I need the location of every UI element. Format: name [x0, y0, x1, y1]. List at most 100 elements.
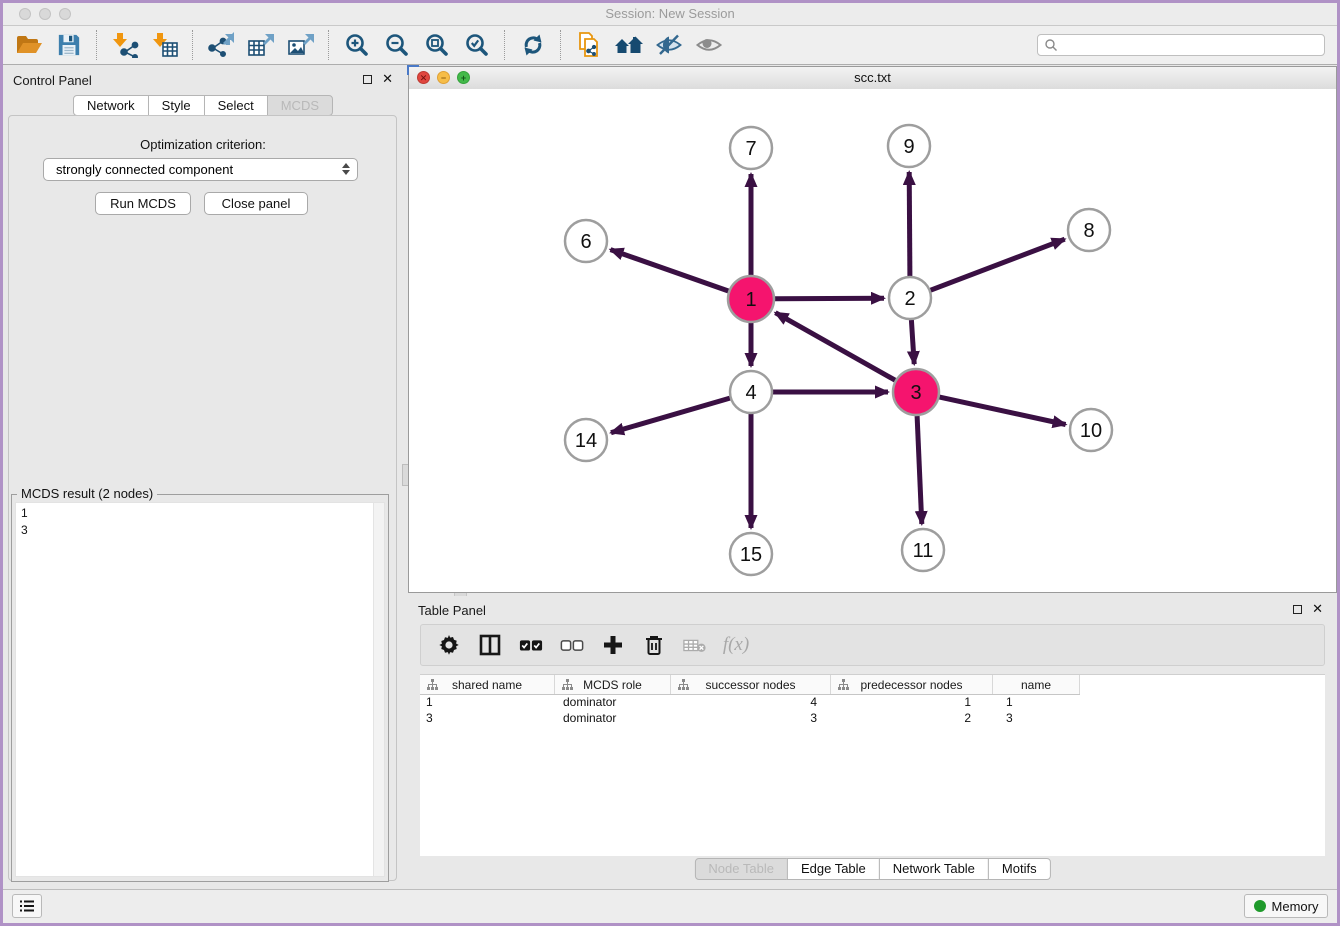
home-layout-icon[interactable] — [609, 28, 649, 62]
column-header-name[interactable]: name — [993, 675, 1080, 694]
graph-edge[interactable] — [911, 320, 914, 364]
control-panel: Control Panel ✕ NetworkStyleSelectMCDS O… — [3, 66, 403, 890]
network-window-titlebar[interactable]: ✕ − + scc.txt — [409, 67, 1336, 90]
network-graph[interactable]: 7 9 6 8 1 2 4 3 14 10 15 11 — [409, 89, 1336, 593]
zoom-fit-icon[interactable] — [417, 28, 457, 62]
window-title: Session: New Session — [3, 6, 1337, 21]
graph-edge[interactable] — [940, 397, 1066, 424]
network-canvas[interactable]: 7 9 6 8 1 2 4 3 14 10 15 11 — [409, 89, 1336, 592]
graph-edge[interactable] — [931, 239, 1065, 290]
open-session-icon[interactable] — [9, 28, 49, 62]
column-header-shared-name[interactable]: shared name — [420, 675, 555, 694]
node-table: shared nameMCDS rolesuccessor nodesprede… — [420, 674, 1325, 856]
tab-select[interactable]: Select — [204, 95, 268, 116]
graph-node-8[interactable]: 8 — [1068, 209, 1110, 251]
svg-text:14: 14 — [575, 430, 597, 452]
zoom-out-icon[interactable] — [377, 28, 417, 62]
graph-edge[interactable] — [775, 298, 884, 299]
zoom-selected-icon[interactable] — [457, 28, 497, 62]
close-panel-icon[interactable]: ✕ — [382, 74, 393, 84]
task-list-button[interactable] — [12, 894, 42, 918]
float-table-panel-icon[interactable] — [1293, 605, 1302, 614]
graph-node-9[interactable]: 9 — [888, 125, 930, 167]
graph-edge[interactable] — [611, 398, 730, 433]
network-window-title: scc.txt — [409, 70, 1336, 85]
table-toolbar: f(x) — [420, 624, 1325, 666]
result-line: 3 — [21, 522, 28, 539]
float-panel-icon[interactable] — [363, 75, 372, 84]
list-icon — [19, 899, 35, 913]
tab-mcds[interactable]: MCDS — [267, 95, 333, 116]
graph-node-14[interactable]: 14 — [565, 419, 607, 461]
run-mcds-button[interactable]: Run MCDS — [95, 192, 191, 215]
import-table-icon[interactable] — [145, 28, 185, 62]
delete-table-icon — [683, 633, 707, 657]
export-image-icon[interactable] — [281, 28, 321, 62]
graph-node-11[interactable]: 11 — [902, 529, 944, 571]
table-cell: dominator — [555, 711, 671, 727]
gear-icon[interactable] — [437, 633, 461, 657]
copy-network-icon[interactable] — [569, 28, 609, 62]
add-column-icon[interactable] — [601, 633, 625, 657]
zoom-in-icon[interactable] — [337, 28, 377, 62]
show-graphics-icon[interactable] — [689, 28, 729, 62]
graph-edge[interactable] — [775, 313, 895, 381]
table-panel-title: Table Panel — [418, 603, 486, 618]
delete-column-icon[interactable] — [642, 633, 666, 657]
save-session-icon[interactable] — [49, 28, 89, 62]
svg-text:6: 6 — [580, 231, 591, 253]
mcds-result-title: MCDS result (2 nodes) — [17, 486, 157, 501]
table-cell: 3 — [671, 711, 831, 727]
import-network-icon[interactable] — [105, 28, 145, 62]
table-row[interactable]: 3dominator323 — [420, 711, 1080, 727]
criterion-value: strongly connected component — [56, 162, 233, 177]
hide-graphics-icon[interactable] — [649, 28, 689, 62]
column-header-MCDS-role[interactable]: MCDS role — [555, 675, 671, 694]
table-panel-tabs: Node TableEdge TableNetwork TableMotifs — [694, 858, 1050, 880]
mcds-result-groupbox: MCDS result (2 nodes) 13 — [11, 494, 389, 882]
table-cell: 3 — [420, 711, 555, 727]
graph-node-1[interactable]: 1 — [728, 276, 774, 322]
graph-node-6[interactable]: 6 — [565, 220, 607, 262]
refresh-icon[interactable] — [513, 28, 553, 62]
close-panel-button[interactable]: Close panel — [204, 192, 308, 215]
graph-edge[interactable] — [917, 416, 922, 524]
deselect-all-icon[interactable] — [560, 633, 584, 657]
export-network-icon[interactable] — [201, 28, 241, 62]
table-cell: 2 — [831, 711, 993, 727]
memory-status-icon — [1254, 900, 1266, 912]
tab-motifs[interactable]: Motifs — [988, 858, 1051, 880]
search-field[interactable] — [1037, 34, 1325, 56]
mcds-result-textarea[interactable]: 13 — [15, 502, 385, 877]
criterion-select[interactable]: strongly connected component — [43, 158, 358, 181]
graph-node-3[interactable]: 3 — [893, 369, 939, 415]
graph-node-2[interactable]: 2 — [889, 277, 931, 319]
tab-style[interactable]: Style — [148, 95, 205, 116]
table-cell: 3 — [993, 711, 1080, 727]
tab-network-table[interactable]: Network Table — [879, 858, 989, 880]
table-header-row: shared nameMCDS rolesuccessor nodesprede… — [420, 675, 1080, 695]
memory-button[interactable]: Memory — [1244, 894, 1328, 918]
tab-edge-table[interactable]: Edge Table — [787, 858, 880, 880]
tab-node-table[interactable]: Node Table — [694, 858, 788, 880]
graph-edge[interactable] — [611, 250, 729, 291]
columns-icon[interactable] — [478, 633, 502, 657]
mcds-result-lines: 13 — [21, 505, 28, 539]
result-scrollbar[interactable] — [373, 503, 384, 876]
graph-node-7[interactable]: 7 — [730, 127, 772, 169]
table-row[interactable]: 1dominator411 — [420, 695, 1080, 711]
svg-text:15: 15 — [740, 544, 762, 566]
table-cell: 1 — [420, 695, 555, 711]
column-header-predecessor-nodes[interactable]: predecessor nodes — [831, 675, 993, 694]
column-header-successor-nodes[interactable]: successor nodes — [671, 675, 831, 694]
select-all-icon[interactable] — [519, 633, 543, 657]
search-input[interactable] — [1058, 37, 1324, 53]
graph-node-10[interactable]: 10 — [1070, 409, 1112, 451]
graph-node-15[interactable]: 15 — [730, 533, 772, 575]
graph-node-4[interactable]: 4 — [730, 371, 772, 413]
close-table-panel-icon[interactable]: ✕ — [1312, 604, 1323, 614]
graph-edge[interactable] — [909, 172, 910, 276]
main-toolbar — [3, 26, 1337, 65]
export-table-icon[interactable] — [241, 28, 281, 62]
tab-network[interactable]: Network — [73, 95, 149, 116]
